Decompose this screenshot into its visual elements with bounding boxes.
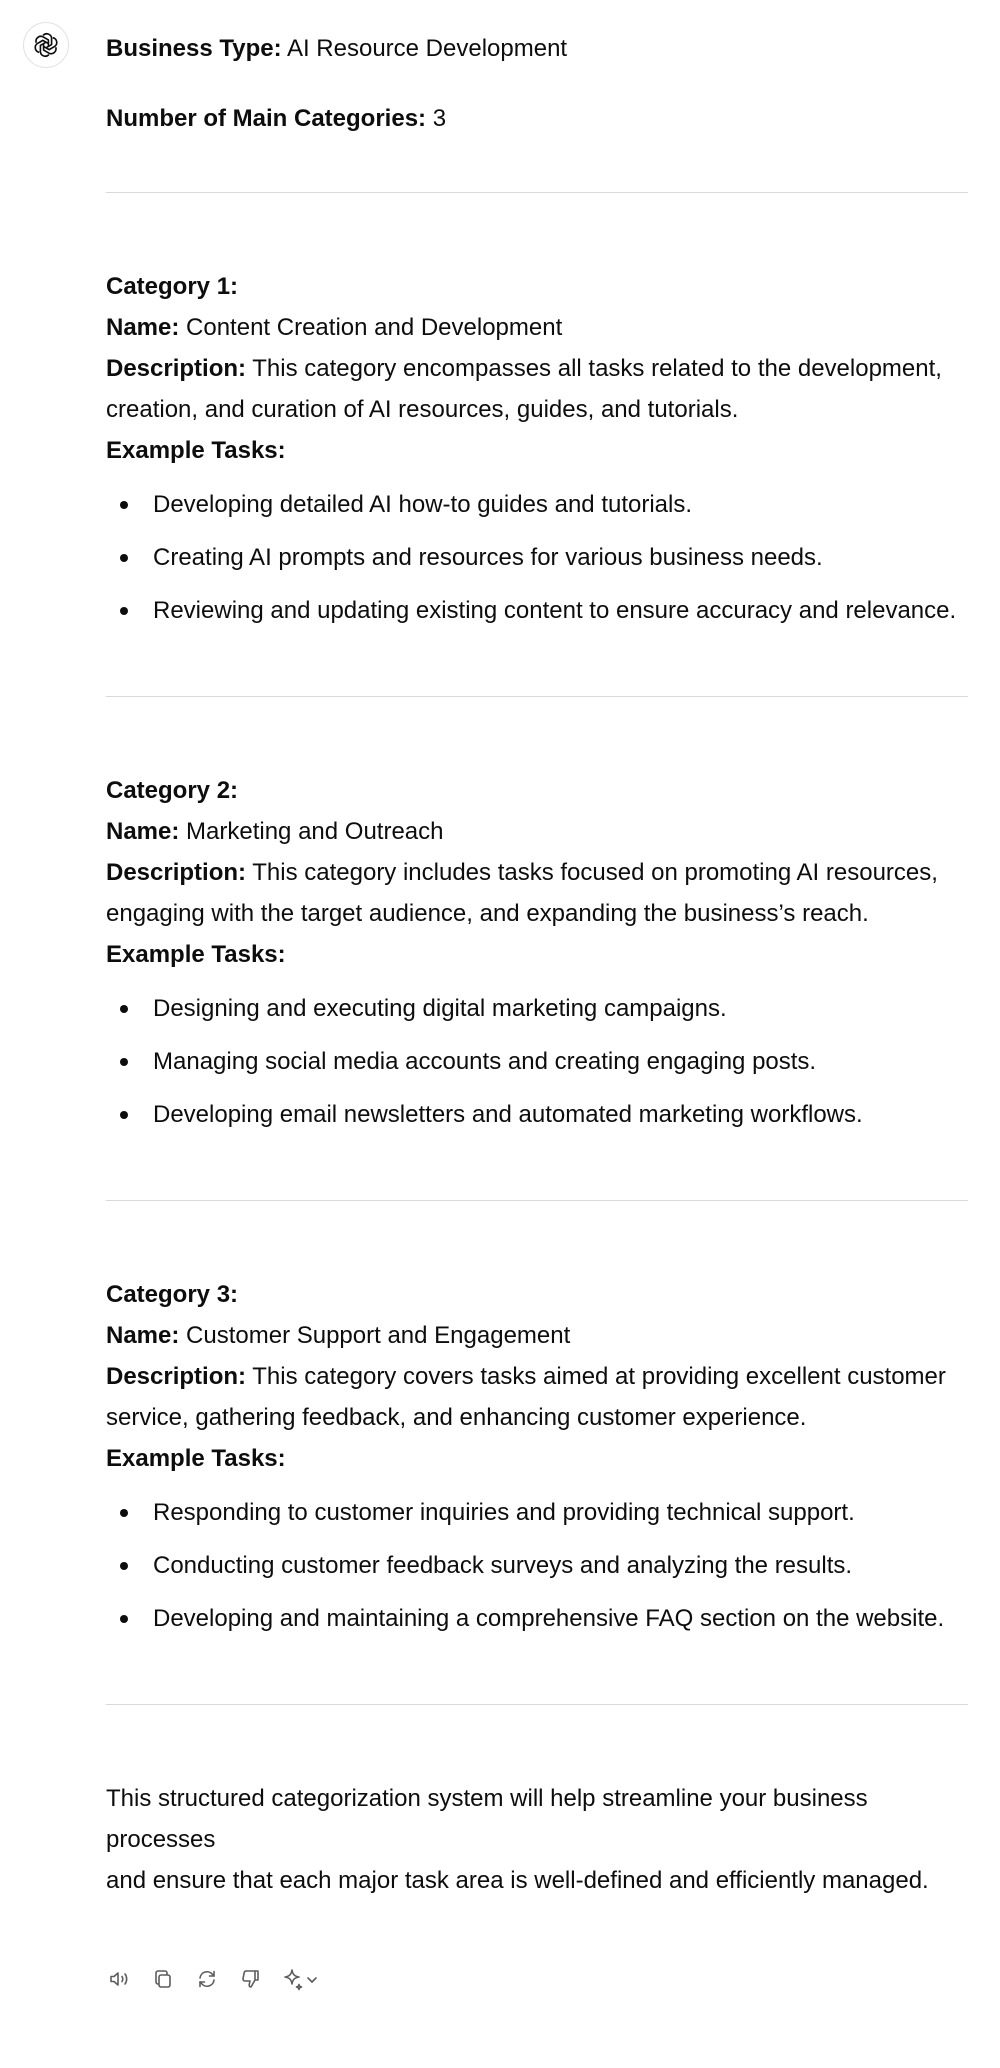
category-title: Category 2: — [106, 777, 239, 804]
num-categories-label: Number of Main Categories: — [106, 105, 427, 132]
list-item: Developing detailed AI how-to guides and… — [106, 484, 968, 537]
category-name: Customer Support and Engagement — [186, 1322, 571, 1349]
read-aloud-icon — [110, 1972, 128, 1986]
message-actions-toolbar — [102, 1962, 324, 1996]
category-title: Category 1: — [106, 273, 239, 300]
list-item: Creating AI prompts and resources for va… — [106, 537, 968, 590]
list-item: Reviewing and updating existing content … — [106, 590, 968, 643]
example-tasks-label: Example Tasks: — [106, 1445, 286, 1472]
chevron-down-icon — [307, 1977, 317, 1983]
list-item: Responding to customer inquiries and pro… — [106, 1492, 968, 1545]
business-type-label: Business Type: — [106, 35, 282, 62]
assistant-avatar — [23, 22, 69, 68]
task-list: Responding to customer inquiries and pro… — [106, 1492, 968, 1651]
category-section: Category 3: Name: Customer Support and E… — [106, 1274, 968, 1651]
category-name-line: Name: Customer Support and Engagement — [106, 1322, 571, 1349]
task-list: Developing detailed AI how-to guides and… — [106, 484, 968, 643]
category-name: Content Creation and Development — [186, 314, 563, 341]
regenerate-button[interactable] — [190, 1962, 224, 1996]
category-name-line: Name: Content Creation and Development — [106, 314, 563, 341]
list-item: Designing and executing digital marketin… — [106, 988, 968, 1041]
example-tasks-label: Example Tasks: — [106, 437, 286, 464]
assistant-message: Business Type: AI Resource Development N… — [106, 28, 968, 1901]
sparkle-model-icon — [284, 1969, 317, 1991]
closing-paragraph: This structured categorization system wi… — [106, 1785, 929, 1894]
change-model-button[interactable] — [278, 1962, 324, 1996]
thumbs-down-button[interactable] — [234, 1962, 268, 1996]
business-type-value: AI Resource Development — [286, 35, 568, 62]
category-name-line: Name: Marketing and Outreach — [106, 818, 444, 845]
category-description: Description: This category encompasses a… — [106, 355, 942, 423]
copy-button[interactable] — [146, 1962, 180, 1996]
category-description: Description: This category includes task… — [106, 859, 938, 927]
num-categories-value: 3 — [432, 105, 447, 132]
list-item: Conducting customer feedback surveys and… — [106, 1545, 968, 1598]
copy-icon — [155, 1970, 171, 1988]
num-categories-line: Number of Main Categories: 3 — [106, 98, 968, 139]
category-title: Category 3: — [106, 1281, 239, 1308]
category-description: Description: This category covers tasks … — [106, 1363, 946, 1431]
category-section: Category 1: Name: Content Creation and D… — [106, 266, 968, 643]
openai-logo-icon — [34, 33, 58, 57]
business-type-line: Business Type: AI Resource Development — [106, 28, 968, 69]
regenerate-icon — [199, 1970, 215, 1988]
read-aloud-button[interactable] — [102, 1962, 136, 1996]
thumbs-down-icon — [242, 1970, 259, 1988]
list-item: Managing social media accounts and creat… — [106, 1041, 968, 1094]
task-list: Designing and executing digital marketin… — [106, 988, 968, 1147]
example-tasks-label: Example Tasks: — [106, 941, 286, 968]
category-section: Category 2: Name: Marketing and Outreach… — [106, 770, 968, 1147]
category-name: Marketing and Outreach — [186, 818, 444, 845]
list-item: Developing email newsletters and automat… — [106, 1094, 968, 1147]
list-item: Developing and maintaining a comprehensi… — [106, 1598, 968, 1651]
